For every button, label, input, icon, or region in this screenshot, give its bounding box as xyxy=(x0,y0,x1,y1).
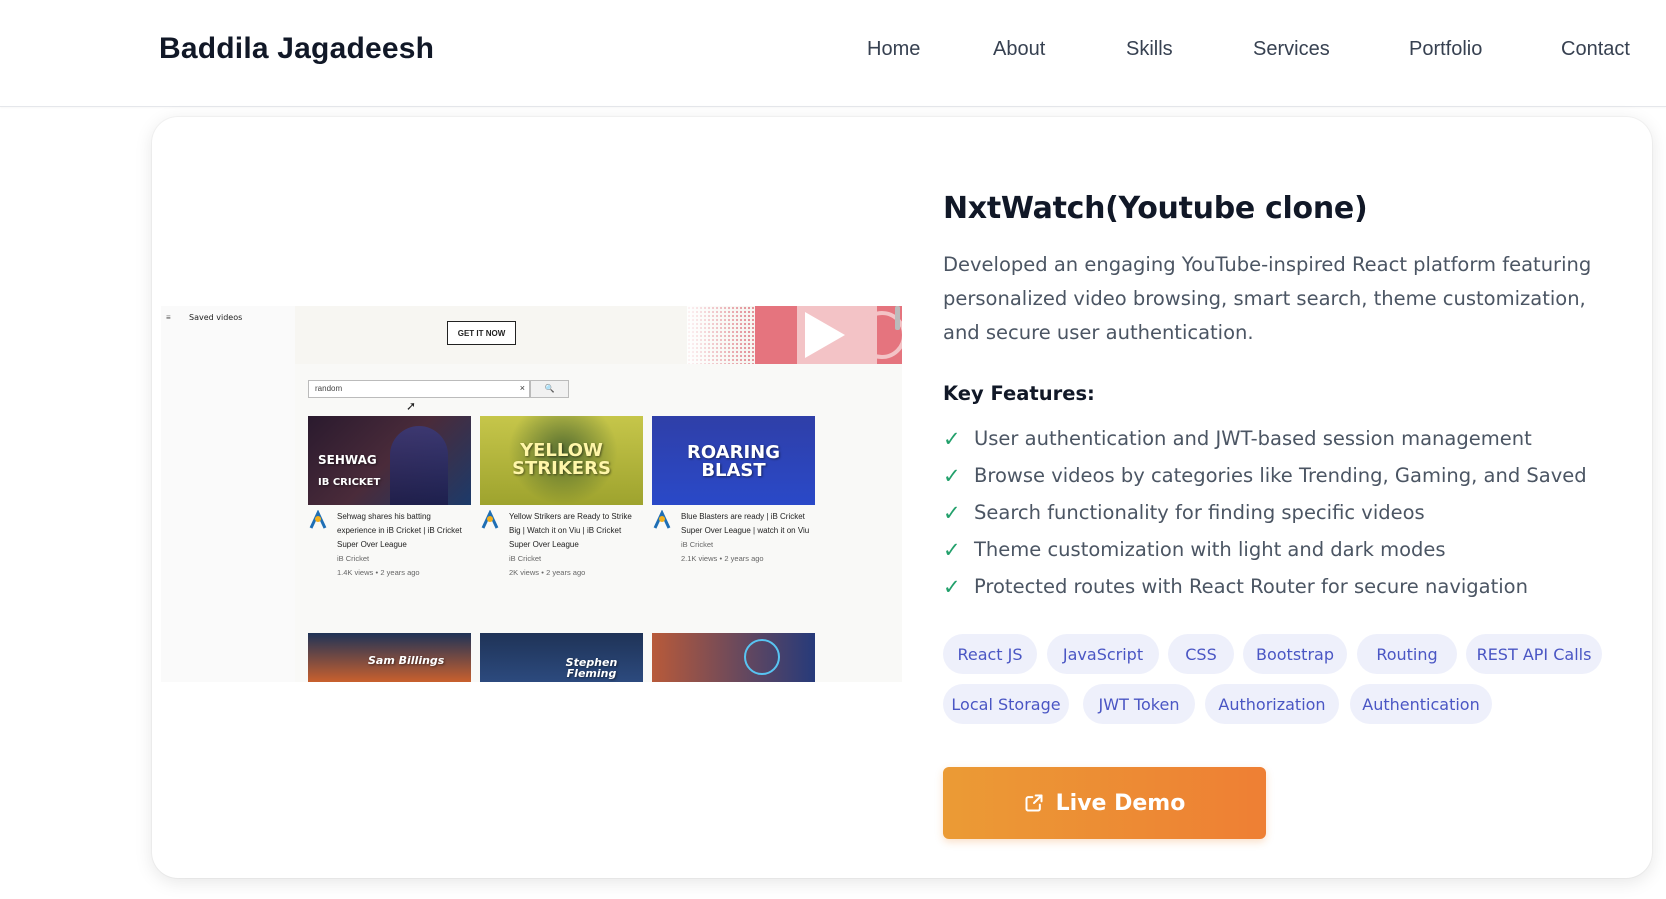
tech-tag: Authentication xyxy=(1350,684,1492,724)
cursor-icon: ➚ xyxy=(406,399,417,413)
feature-text: Browse videos by categories like Trendin… xyxy=(974,464,1587,487)
video-thumbnail: SEHWAG IB CRICKET xyxy=(308,416,471,505)
channel-logo-icon xyxy=(481,510,499,529)
tech-tag: Authorization xyxy=(1205,684,1339,724)
mock-search-value: random xyxy=(315,384,343,393)
mock-sidebar-saved: Saved videos xyxy=(189,313,243,322)
check-icon: ✓ xyxy=(943,501,961,525)
mock-search-input: random × xyxy=(308,380,530,398)
tech-tag: JWT Token xyxy=(1083,684,1195,724)
nav-about[interactable]: About xyxy=(993,38,1045,61)
nav-contact[interactable]: Contact xyxy=(1561,38,1630,61)
tech-tag: Local Storage xyxy=(943,684,1069,724)
project-screenshot: ≡ Saved videos GET IT NOW random × 🔍 ➚ S… xyxy=(161,306,902,682)
nav-services[interactable]: Services xyxy=(1253,38,1330,61)
video-thumbnail xyxy=(652,633,815,682)
thumb-title: YELLOW STRIKERS xyxy=(512,440,611,479)
check-icon: ✓ xyxy=(943,538,961,562)
tech-tag: JavaScript xyxy=(1047,634,1159,674)
project-description: Developed an engaging YouTube-inspired R… xyxy=(943,253,1592,344)
mock-get-it-now-button: GET IT NOW xyxy=(447,321,516,345)
video-title: Sehwag shares his batting experience in … xyxy=(337,512,462,577)
main-nav: Home About Skills Services Portfolio Con… xyxy=(0,38,1666,68)
check-icon: ✓ xyxy=(943,427,961,451)
video-thumbnail: Sam Billings xyxy=(308,633,471,682)
check-icon: ✓ xyxy=(943,464,961,488)
channel-logo-icon xyxy=(309,510,327,529)
video-title: Yellow Strikers are Ready to Strike Big … xyxy=(509,512,632,577)
tech-tag: REST API Calls xyxy=(1466,634,1602,674)
live-demo-label: Live Demo xyxy=(1055,790,1186,816)
feature-item: ✓ Theme customization with light and dark… xyxy=(943,538,1623,568)
site-header: Baddila Jagadeesh Home About Skills Serv… xyxy=(0,0,1666,107)
banner-play-icon xyxy=(687,306,902,364)
nav-skills[interactable]: Skills xyxy=(1126,38,1173,61)
external-link-icon xyxy=(1025,794,1043,812)
video-thumbnail: Stephen Fleming xyxy=(480,633,643,682)
feature-item: ✓ User authentication and JWT-based sessi… xyxy=(943,427,1623,457)
thumb-title: SEHWAG xyxy=(318,453,377,467)
key-features-heading: Key Features: xyxy=(943,382,1095,405)
feature-text: Protected routes with React Router for s… xyxy=(974,575,1528,598)
search-icon: 🔍 xyxy=(530,380,569,398)
thumb-title: ROARING BLAST xyxy=(686,442,780,481)
thumb-title: Sam Billings xyxy=(368,654,445,667)
nav-home[interactable]: Home xyxy=(867,38,920,61)
check-icon: ✓ xyxy=(943,575,961,599)
feature-item: ✓ Browse videos by categories like Trendi… xyxy=(943,464,1623,494)
tech-tag: Routing xyxy=(1357,634,1457,674)
tech-tag: Bootstrap xyxy=(1243,634,1347,674)
live-demo-button[interactable]: Live Demo xyxy=(943,767,1266,839)
mock-banner: GET IT NOW xyxy=(295,306,902,364)
menu-icon: ≡ xyxy=(166,313,171,322)
tech-tag: CSS xyxy=(1168,634,1234,674)
mock-scrollbar xyxy=(895,306,900,330)
feature-item: ✓ Protected routes with React Router for … xyxy=(943,575,1623,605)
project-title: NxtWatch(Youtube clone) xyxy=(943,191,1368,226)
feature-text: Theme customization with light and dark … xyxy=(974,538,1446,561)
feature-text: Search functionality for finding specifi… xyxy=(974,501,1425,524)
feature-item: ✓ Search functionality for finding specif… xyxy=(943,501,1623,531)
video-thumbnail: YELLOW STRIKERS xyxy=(480,416,643,505)
feature-text: User authentication and JWT-based sessio… xyxy=(974,427,1532,450)
video-title: Blue Blasters are ready | iB Cricket Sup… xyxy=(681,512,810,563)
clear-icon: × xyxy=(519,383,525,393)
tech-tag: React JS xyxy=(943,634,1037,674)
channel-logo-icon xyxy=(653,510,671,529)
thumb-title: Stephen Fleming xyxy=(565,656,618,680)
nav-portfolio[interactable]: Portfolio xyxy=(1409,38,1482,61)
video-thumbnail: ROARING BLAST xyxy=(652,416,815,505)
thumb-subtitle: IB CRICKET xyxy=(318,477,381,488)
mock-sidebar: ≡ Saved videos xyxy=(161,306,295,682)
